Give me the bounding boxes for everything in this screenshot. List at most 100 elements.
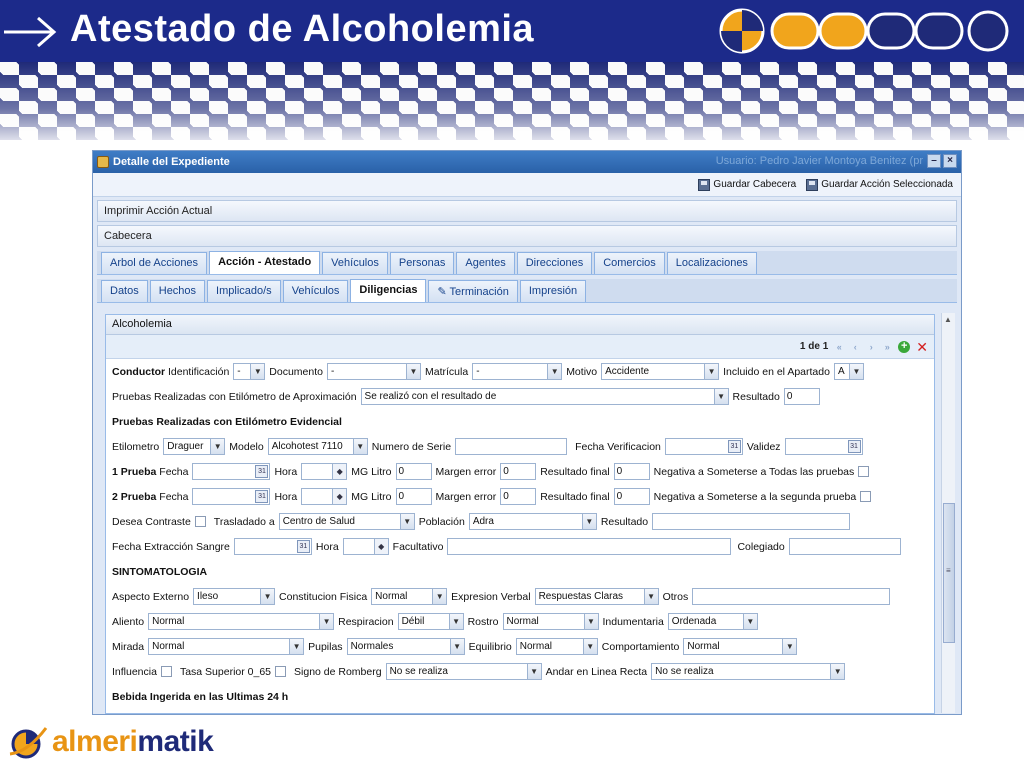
linea-recta-select[interactable]: No se realiza ▼ [651, 663, 846, 680]
calendar-icon[interactable]: 31 [847, 440, 861, 453]
aspecto-select[interactable]: Ileso ▼ [193, 588, 276, 605]
form-row-prueba1: 1 Prueba Fecha 31 Hora ◆ MG Litro 0 Marg… [112, 459, 928, 484]
indumentaria-select[interactable]: Ordenada ▼ [667, 613, 758, 630]
expediente-window: Detalle del Expediente Usuario: Pedro Ja… [92, 150, 962, 715]
chevron-down-icon: ▼ [432, 589, 447, 604]
tab-comercios[interactable]: Comercios [594, 252, 665, 274]
modelo-select[interactable]: Alcohotest 7110 ▼ [267, 438, 368, 455]
chevron-down-icon: ▼ [289, 639, 304, 654]
cabecera-section[interactable]: Cabecera [97, 225, 957, 247]
next-page-icon[interactable]: › [866, 342, 876, 352]
tab-implicados[interactable]: Implicado/s [207, 280, 281, 302]
prueba1-resultado-final-input[interactable]: 0 [613, 463, 650, 480]
delete-icon[interactable]: ✕ [916, 340, 928, 354]
apartado-select[interactable]: A ▼ [833, 363, 864, 380]
form-row-aliento: Aliento Normal ▼ Respiracion Débil ▼ Rostr… [112, 609, 928, 634]
mirada-select[interactable]: Normal ▼ [148, 638, 305, 655]
prueba1-margen-input[interactable]: 0 [500, 463, 537, 480]
romberg-select[interactable]: No se realiza ▼ [385, 663, 542, 680]
fecha-verificacion-field[interactable]: 31 [664, 438, 743, 455]
etilometro-select[interactable]: Draguer ▼ [163, 438, 226, 455]
tab-personas[interactable]: Personas [389, 252, 455, 274]
tab-direcciones[interactable]: Direcciones [516, 252, 593, 274]
prueba2-fecha-field[interactable]: 31 [192, 488, 271, 505]
spinner-icon[interactable]: ◆ [332, 464, 347, 479]
extraccion-fecha-field[interactable]: 31 [233, 538, 312, 555]
tab-terminacion[interactable]: ✎ Terminación [428, 280, 518, 302]
first-page-icon[interactable]: « [834, 342, 844, 352]
equilibrio-select[interactable]: Normal ▼ [515, 638, 598, 655]
influencia-checkbox[interactable] [160, 666, 172, 677]
constitucion-select[interactable]: Normal ▼ [371, 588, 448, 605]
chevron-down-icon: ▼ [782, 639, 797, 654]
prueba1-fecha-field[interactable]: 31 [192, 463, 271, 480]
tab-diligencias[interactable]: Diligencias [350, 279, 427, 302]
calendar-icon[interactable]: 31 [255, 465, 269, 478]
tab-arbol-acciones[interactable]: Arbol de Acciones [101, 252, 208, 274]
expresion-select[interactable]: Respuestas Claras ▼ [534, 588, 659, 605]
resultado-contraste-input[interactable] [652, 513, 851, 530]
facultativo-input[interactable] [447, 538, 732, 555]
save-header-button[interactable]: Guardar Cabecera [698, 178, 796, 191]
calendar-icon[interactable]: 31 [296, 540, 310, 553]
otros-input[interactable] [692, 588, 891, 605]
comportamiento-select[interactable]: Normal ▼ [683, 638, 798, 655]
last-page-icon[interactable]: » [882, 342, 892, 352]
poblacion-select[interactable]: Adra ▼ [468, 513, 597, 530]
save-action-button[interactable]: Guardar Acción Seleccionada [806, 178, 953, 191]
print-action-section[interactable]: Imprimir Acción Actual [97, 200, 957, 222]
documento-select[interactable]: - ▼ [327, 363, 421, 380]
conductor-id-select[interactable]: - ▼ [233, 363, 266, 380]
tab-accion-atestado[interactable]: Acción - Atestado [209, 251, 321, 274]
tab-agentes[interactable]: Agentes [456, 252, 515, 274]
tab-vehiculos-sub[interactable]: Vehículos [282, 280, 349, 302]
chevron-down-icon: ▼ [583, 614, 598, 629]
close-icon[interactable]: × [943, 154, 957, 168]
prueba2-resultado-final-input[interactable]: 0 [613, 488, 650, 505]
pupilas-select[interactable]: Normales ▼ [346, 638, 465, 655]
respiracion-select[interactable]: Débil ▼ [397, 613, 464, 630]
tab-impresion[interactable]: Impresión [519, 280, 587, 302]
form-row-aspecto: Aspecto Externo Ileso ▼ Constitucion Fisi… [112, 584, 928, 609]
pruebas-aproximacion-select[interactable]: Se realizó con el resultado de ▼ [360, 388, 729, 405]
trasladado-select[interactable]: Centro de Salud ▼ [278, 513, 415, 530]
motivo-select[interactable]: Accidente ▼ [601, 363, 720, 380]
calendar-icon[interactable]: 31 [255, 490, 269, 503]
prueba2-hora-field[interactable]: ◆ [301, 488, 348, 505]
vertical-scrollbar[interactable]: ▲ ≡ [941, 313, 955, 713]
scroll-up-icon[interactable]: ▲ [944, 315, 952, 324]
resultado-input[interactable]: 0 [783, 388, 820, 405]
aliento-select[interactable]: Normal ▼ [148, 613, 335, 630]
prueba1-mg-input[interactable]: 0 [395, 463, 432, 480]
tasa-superior-checkbox[interactable] [275, 666, 287, 677]
add-icon[interactable]: + [898, 340, 911, 353]
window-titlebar[interactable]: Detalle del Expediente Usuario: Pedro Ja… [93, 151, 961, 173]
calendar-icon[interactable]: 31 [727, 440, 741, 453]
tab-datos[interactable]: Datos [101, 280, 148, 302]
scroll-thumb[interactable]: ≡ [943, 503, 955, 643]
tab-vehiculos[interactable]: Vehículos [322, 252, 388, 274]
extraccion-hora-field[interactable]: ◆ [342, 538, 389, 555]
prueba1-hora-field[interactable]: ◆ [301, 463, 348, 480]
rostro-select[interactable]: Normal ▼ [502, 613, 599, 630]
validez-field[interactable]: 31 [784, 438, 863, 455]
prueba2-mg-input[interactable]: 0 [395, 488, 432, 505]
form-row-prueba2: 2 Prueba Fecha 31 Hora ◆ MG Litro 0 Marg… [112, 484, 928, 509]
minimize-icon[interactable]: – [927, 154, 941, 168]
save-icon [806, 178, 819, 191]
negativa-todas-checkbox[interactable] [858, 466, 870, 477]
colegiado-input[interactable] [788, 538, 901, 555]
tab-localizaciones[interactable]: Localizaciones [666, 252, 757, 274]
spinner-icon[interactable]: ◆ [332, 489, 347, 504]
prueba2-margen-input[interactable]: 0 [500, 488, 537, 505]
negativa-segunda-checkbox[interactable] [860, 491, 872, 502]
tab-hechos[interactable]: Hechos [149, 280, 206, 302]
chevron-down-icon: ▼ [547, 364, 562, 379]
user-label: Usuario: Pedro Javier Montoya Benitez (p… [715, 155, 923, 167]
prev-page-icon[interactable]: ‹ [850, 342, 860, 352]
numero-serie-input[interactable] [455, 438, 568, 455]
matricula-select[interactable]: - ▼ [472, 363, 563, 380]
contraste-checkbox[interactable] [194, 516, 206, 527]
spinner-icon[interactable]: ◆ [373, 539, 388, 554]
sub-tabs: Datos Hechos Implicado/s Vehículos Dilig… [97, 279, 957, 303]
